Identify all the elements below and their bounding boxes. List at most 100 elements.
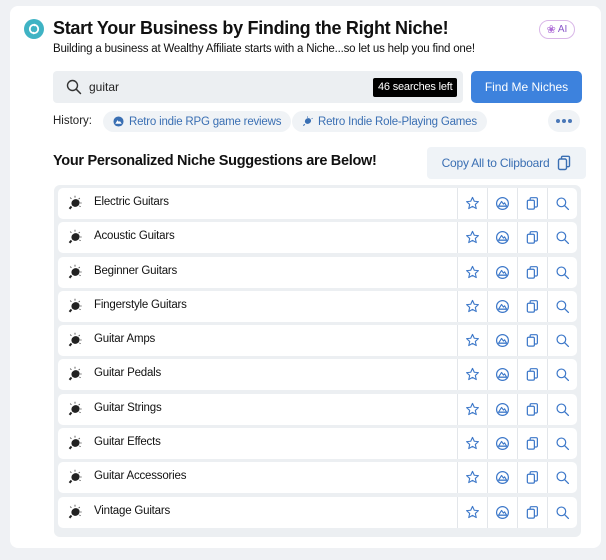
research-button[interactable] [487, 462, 517, 494]
copy-button[interactable] [517, 290, 547, 322]
star-icon [466, 505, 479, 518]
lightbulb-icon [68, 367, 82, 381]
research-button[interactable] [487, 222, 517, 254]
favorite-button[interactable] [457, 393, 487, 425]
row-actions [457, 222, 577, 254]
copy-icon [526, 334, 538, 347]
niche-row: Acoustic Guitars [58, 222, 577, 254]
history-chip[interactable]: Retro indie RPG game reviews [103, 111, 292, 132]
research-button[interactable] [487, 325, 517, 357]
search-icon [556, 506, 570, 519]
niche-name[interactable]: Guitar Accessories [94, 470, 186, 482]
copy-icon [526, 437, 538, 450]
row-actions [457, 359, 577, 391]
brain-icon: ❀ [546, 24, 556, 36]
copy-icon [526, 402, 538, 416]
ellipsis-dot [562, 119, 566, 123]
niche-row: Guitar Pedals [58, 359, 577, 391]
copy-button[interactable] [517, 256, 547, 288]
copy-button[interactable] [517, 222, 547, 254]
lightbulb-icon [68, 504, 82, 519]
row-actions [457, 462, 577, 494]
search-niche-button[interactable] [547, 325, 577, 357]
mountain-badge-icon [495, 334, 510, 348]
copy-icon [526, 197, 538, 210]
niche-row: Guitar Accessories [58, 462, 577, 494]
copy-button[interactable] [517, 428, 547, 460]
ai-badge[interactable]: ❀ AI [539, 20, 575, 39]
research-button[interactable] [487, 496, 517, 528]
copy-button[interactable] [517, 325, 547, 357]
niche-name[interactable]: Fingerstyle Guitars [94, 299, 187, 311]
niche-name[interactable]: Vintage Guitars [94, 505, 170, 517]
favorite-button[interactable] [457, 359, 487, 391]
favorite-button[interactable] [457, 428, 487, 460]
copy-button[interactable] [517, 393, 547, 425]
research-button[interactable] [487, 188, 517, 219]
favorite-button[interactable] [457, 256, 487, 288]
favorite-button[interactable] [457, 290, 487, 322]
search-input[interactable] [89, 77, 369, 97]
favorite-button[interactable] [457, 462, 487, 494]
niche-name[interactable]: Guitar Pedals [94, 367, 161, 379]
niche-name[interactable]: Guitar Strings [94, 402, 162, 414]
search-niche-button[interactable] [547, 359, 577, 391]
copy-button[interactable] [517, 462, 547, 494]
find-me-niches-button[interactable]: Find Me Niches [471, 71, 582, 103]
mountain-badge-icon [495, 471, 510, 485]
copy-all-button[interactable]: Copy All to Clipboard [427, 147, 586, 179]
search-icon [66, 79, 82, 95]
search-icon [556, 403, 570, 416]
search-niche-button[interactable] [547, 290, 577, 322]
lightbulb-icon [68, 435, 82, 450]
mountain-badge-icon [495, 196, 510, 211]
research-button[interactable] [487, 359, 517, 391]
favorite-button[interactable] [457, 188, 487, 219]
copy-button[interactable] [517, 359, 547, 391]
star-icon [466, 299, 479, 313]
search-niche-button[interactable] [547, 188, 577, 219]
niche-row: Fingerstyle Guitars [58, 290, 577, 322]
research-button[interactable] [487, 290, 517, 322]
favorite-button[interactable] [457, 496, 487, 528]
lightbulb-icon [68, 298, 82, 313]
mountain-badge-icon [495, 437, 510, 451]
lightbulb-icon [68, 332, 82, 347]
search-niche-button[interactable] [547, 256, 577, 288]
niche-name[interactable]: Guitar Amps [94, 333, 155, 345]
niche-row: Guitar Effects [58, 428, 577, 460]
history-chip[interactable]: Retro Indie Role-Playing Games [292, 111, 487, 132]
row-actions [457, 325, 577, 357]
row-actions [457, 188, 577, 219]
search-niche-button[interactable] [547, 496, 577, 528]
page-title: Start Your Business by Finding the Right… [53, 18, 449, 38]
search-niche-button[interactable] [547, 222, 577, 254]
niche-name[interactable]: Electric Guitars [94, 196, 169, 208]
copy-button[interactable] [517, 188, 547, 219]
history-label: History: [53, 115, 92, 127]
more-history-button[interactable] [548, 110, 580, 132]
search-niche-button[interactable] [547, 393, 577, 425]
row-actions [457, 428, 577, 460]
research-button[interactable] [487, 393, 517, 425]
ellipsis-icon [556, 119, 560, 123]
copy-icon [526, 505, 538, 519]
search-icon [556, 368, 570, 382]
lightbulb-icon [302, 116, 313, 127]
favorite-button[interactable] [457, 325, 487, 357]
research-button[interactable] [487, 428, 517, 460]
research-button[interactable] [487, 256, 517, 288]
search-icon [556, 231, 570, 245]
copy-button[interactable] [517, 496, 547, 528]
mountain-badge-icon [495, 231, 510, 245]
niche-name[interactable]: Beginner Guitars [94, 265, 177, 277]
niche-row: Beginner Guitars [58, 256, 577, 288]
favorite-button[interactable] [457, 222, 487, 254]
niche-name[interactable]: Guitar Effects [94, 436, 161, 448]
search-niche-button[interactable] [547, 428, 577, 460]
copy-icon [526, 265, 538, 279]
niche-name[interactable]: Acoustic Guitars [94, 230, 175, 242]
search-niche-button[interactable] [547, 462, 577, 494]
star-icon [466, 402, 479, 415]
search-icon [556, 471, 570, 485]
